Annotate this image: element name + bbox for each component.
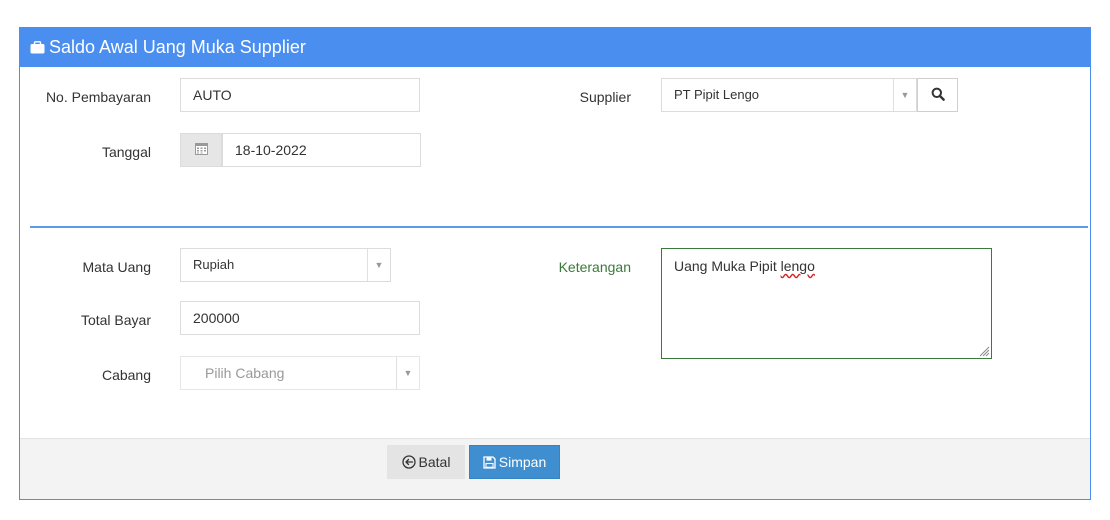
tanggal-label: Tanggal — [101, 144, 151, 160]
keterangan-textarea[interactable]: Uang Muka Pipit lengo — [661, 248, 992, 359]
chevron-down-icon[interactable]: ▼ — [367, 249, 390, 281]
supplier-search-button[interactable] — [917, 78, 958, 112]
keterangan-misspelled-word: lengo — [780, 258, 815, 274]
simpan-button[interactable]: Simpan — [469, 445, 560, 479]
search-icon — [931, 87, 945, 104]
panel-title: Saldo Awal Uang Muka Supplier — [49, 37, 306, 57]
no-pembayaran-label: No. Pembayaran — [45, 89, 151, 105]
resize-handle-icon[interactable] — [978, 345, 990, 357]
total-bayar-input[interactable]: 200000 — [180, 301, 420, 335]
mata-uang-label: Mata Uang — [82, 259, 151, 275]
supplier-select[interactable]: PT Pipit Lengo ▼ — [661, 78, 917, 112]
section-divider — [30, 226, 1088, 228]
cabang-placeholder: Pilih Cabang — [205, 365, 285, 381]
calendar-addon[interactable] — [180, 133, 222, 167]
supplier-value: PT Pipit Lengo — [674, 87, 760, 102]
briefcase-icon — [30, 41, 45, 54]
calendar-icon — [194, 142, 208, 158]
panel-header: Saldo Awal Uang Muka Supplier — [20, 28, 1090, 67]
tanggal-input[interactable]: 18-10-2022 — [222, 133, 421, 167]
no-pembayaran-input[interactable]: AUTO — [180, 78, 420, 112]
circle-arrow-left-icon — [401, 455, 416, 469]
floppy-disk-icon — [483, 455, 496, 469]
batal-button[interactable]: Batal — [387, 445, 465, 479]
cabang-select[interactable]: Pilih Cabang ▼ — [180, 356, 420, 390]
total-bayar-label: Total Bayar — [80, 312, 151, 328]
cabang-label: Cabang — [101, 367, 151, 383]
simpan-label: Simpan — [498, 454, 547, 470]
supplier-label: Supplier — [579, 89, 631, 105]
keterangan-label: Keterangan — [558, 259, 631, 275]
form-footer: Batal Simpan — [20, 438, 1090, 499]
mata-uang-select[interactable]: Rupiah ▼ — [180, 248, 391, 282]
chevron-down-icon[interactable]: ▼ — [893, 79, 916, 111]
keterangan-text: Uang Muka Pipit — [674, 258, 781, 274]
chevron-down-icon[interactable]: ▼ — [396, 357, 419, 389]
saldo-awal-panel: Saldo Awal Uang Muka Supplier No. Pembay… — [19, 27, 1091, 500]
batal-label: Batal — [418, 454, 451, 470]
mata-uang-value: Rupiah — [193, 257, 235, 272]
